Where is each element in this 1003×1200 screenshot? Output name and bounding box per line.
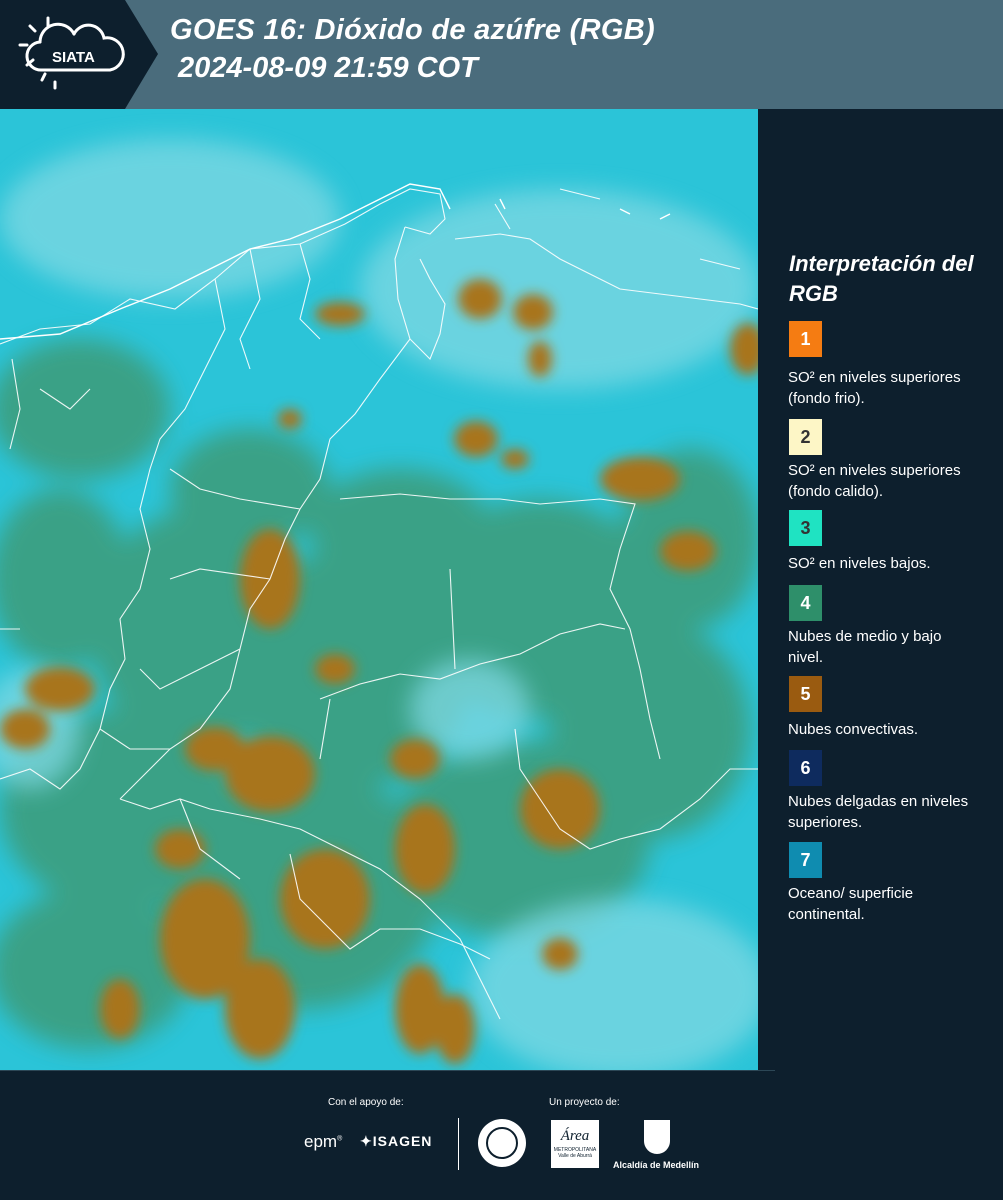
legend-title: Interpretación del RGB bbox=[789, 251, 974, 306]
area-logo-sub2: Valle de Aburrá bbox=[558, 1153, 592, 1159]
alcaldia-shield-icon bbox=[644, 1120, 670, 1154]
footer-divider bbox=[458, 1118, 459, 1170]
legend-swatch-5: 5 bbox=[789, 676, 822, 712]
legend-text-4: Nubes de medio y bajo nivel. bbox=[788, 628, 942, 666]
legend-text-3: SO² en niveles bajos. bbox=[788, 555, 931, 572]
isagen-logo: ✦ISAGEN bbox=[360, 1133, 432, 1150]
area-metropolitana-logo: Área METROPOLITANA Valle de Aburrá bbox=[551, 1120, 599, 1168]
area-logo-title: Área bbox=[560, 1128, 590, 1144]
legend-number: 4 bbox=[800, 592, 811, 613]
legend-swatch-2: 2 bbox=[789, 419, 822, 455]
legend-text-1: SO² en niveles superiores (fondo frio). bbox=[788, 369, 961, 407]
legend-text-7: Oceano/ superficie continental. bbox=[788, 885, 914, 923]
footer-divider-line bbox=[0, 1070, 775, 1071]
legend-number: 5 bbox=[800, 683, 811, 704]
legend-swatch-3: 3 bbox=[789, 510, 822, 546]
epm-logo-text: epm bbox=[304, 1132, 338, 1151]
epm-logo: epm® bbox=[304, 1132, 343, 1151]
logo-text: SIATA bbox=[52, 49, 95, 66]
legend-swatch-6: 6 bbox=[789, 750, 822, 786]
legend-panel: Interpretación del RGB 1 SO² en niveles … bbox=[760, 109, 1003, 1070]
legend-text-2: SO² en niveles superiores (fondo calido)… bbox=[788, 462, 961, 500]
siata-logo: SIATA bbox=[0, 0, 158, 109]
isagen-logo-text: ISAGEN bbox=[372, 1133, 433, 1149]
legend-swatch-1: 1 bbox=[789, 321, 822, 357]
seal-icon bbox=[486, 1127, 518, 1159]
isagen-icon: ✦ bbox=[360, 1133, 373, 1149]
legend-number: 6 bbox=[800, 757, 811, 778]
university-seal bbox=[478, 1119, 526, 1167]
alcaldia-label: Alcaldía de Medellín bbox=[613, 1160, 700, 1170]
legend-text-6: Nubes delgadas en niveles superiores. bbox=[788, 793, 969, 831]
legend-swatch-7: 7 bbox=[789, 842, 822, 878]
legend-swatch-4: 4 bbox=[789, 585, 822, 621]
legend-text-5: Nubes convectivas. bbox=[788, 721, 919, 738]
support-label: Con el apoyo de: bbox=[328, 1097, 404, 1108]
satellite-map bbox=[0, 109, 770, 1079]
legend-number: 1 bbox=[800, 328, 811, 349]
title-timestamp: 2024-08-09 21:59 COT bbox=[178, 52, 478, 84]
legend-number: 2 bbox=[800, 426, 811, 447]
legend-number: 3 bbox=[800, 517, 811, 538]
project-label: Un proyecto de: bbox=[549, 1097, 620, 1108]
header-bar: SIATA GOES 16: Dióxido de azúfre (RGB) 2… bbox=[0, 0, 1003, 109]
title-product: GOES 16: Dióxido de azúfre (RGB) bbox=[170, 14, 655, 46]
legend-number: 7 bbox=[800, 849, 811, 870]
footer: Con el apoyo de: Un proyecto de: epm® ✦I… bbox=[0, 1070, 1003, 1200]
